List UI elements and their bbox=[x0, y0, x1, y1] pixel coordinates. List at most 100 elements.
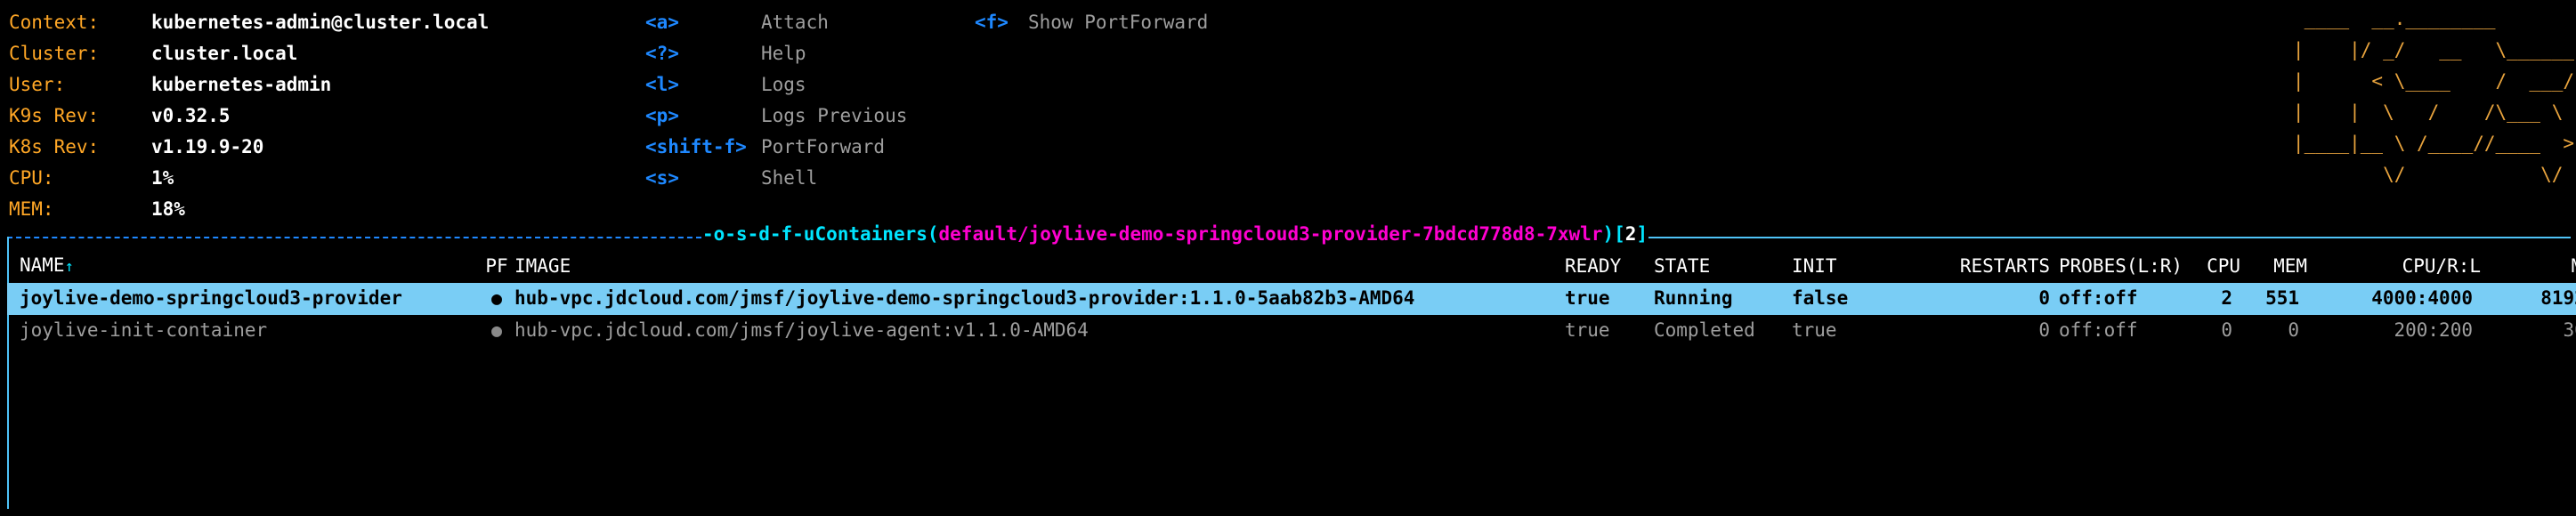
keybinding-show-portforward[interactable]: <f> Show PortForward bbox=[975, 7, 1208, 38]
keybindings-column-2: <f> Show PortForward bbox=[975, 7, 1208, 38]
info-row-context: Context: kubernetes-admin@cluster.local bbox=[9, 7, 489, 38]
info-value-mem: 18% bbox=[151, 198, 185, 220]
cell-name: joylive-init-container bbox=[20, 321, 268, 341]
keybinding-label: Shell bbox=[761, 166, 818, 189]
title-bracket-close: ] bbox=[1636, 223, 1648, 245]
keybinding-combo: <shift-f> bbox=[645, 135, 747, 157]
column-header-ready[interactable]: READY bbox=[1565, 257, 1654, 277]
cell-ready: true bbox=[1565, 319, 1610, 342]
info-value-k8s-rev: v1.19.9-20 bbox=[151, 135, 264, 157]
info-value-k9s-rev: v0.32.5 bbox=[151, 104, 231, 126]
cell-pf: ● bbox=[479, 289, 514, 309]
info-row-cpu: CPU: 1% bbox=[9, 163, 489, 194]
column-header-mem[interactable]: MEM bbox=[2240, 257, 2307, 277]
table-row[interactable]: joylive-demo-springcloud3-provider ● hub… bbox=[7, 283, 2576, 315]
column-header-restarts[interactable]: RESTARTS bbox=[1939, 257, 2050, 277]
view-title: -o-s-d-f-uContainers(default/joylive-dem… bbox=[701, 223, 1649, 245]
cell-cpu: 2 bbox=[2221, 287, 2232, 310]
title-path: default/joylive-demo-springcloud3-provid… bbox=[938, 223, 1603, 245]
info-row-user: User: kubernetes-admin bbox=[9, 69, 489, 101]
keybinding-shell[interactable]: <s> Shell bbox=[645, 163, 907, 194]
title-bracket-open: [ bbox=[1614, 223, 1625, 245]
cell-init: false bbox=[1792, 287, 1849, 310]
keybinding-combo: <?> bbox=[645, 42, 679, 64]
table-header-row: NAME↑ PF IMAGE READY STATE INIT RESTARTS… bbox=[7, 251, 2576, 283]
info-row-mem: MEM: 18% bbox=[9, 194, 489, 225]
keybinding-label: Logs bbox=[761, 73, 806, 95]
column-header-cpu[interactable]: CPU bbox=[2183, 257, 2240, 277]
portforward-dot-icon: ● bbox=[490, 287, 503, 310]
column-header-name-label: NAME bbox=[20, 256, 65, 277]
cell-probes: off:off bbox=[2059, 287, 2138, 310]
keybinding-label: Logs Previous bbox=[761, 104, 908, 126]
info-value-context: kubernetes-admin@cluster.local bbox=[151, 11, 490, 33]
logo-line-1: ____ __.________ bbox=[2292, 8, 2496, 29]
keybinding-label: PortForward bbox=[761, 135, 886, 157]
header-panel: Context: kubernetes-admin@cluster.local … bbox=[0, 0, 2576, 222]
keybinding-label: Help bbox=[761, 42, 806, 64]
cluster-info-block: Context: kubernetes-admin@cluster.local … bbox=[9, 7, 489, 225]
info-value-cpu: 1% bbox=[151, 166, 174, 189]
column-header-pf[interactable]: PF bbox=[479, 257, 514, 277]
keybinding-logs[interactable]: <l> Logs bbox=[645, 69, 907, 101]
sort-ascending-icon: ↑ bbox=[64, 258, 74, 277]
column-header-probes[interactable]: PROBES(L:R) bbox=[2050, 257, 2183, 277]
column-header-name[interactable]: NAME↑ bbox=[7, 256, 479, 278]
column-header-state[interactable]: STATE bbox=[1654, 257, 1792, 277]
cell-name: joylive-demo-springcloud3-provider bbox=[7, 289, 479, 309]
logo-line-3: | < \____ / ___/ bbox=[2292, 70, 2574, 92]
title-count: 2 bbox=[1624, 223, 1637, 245]
info-value-user: kubernetes-admin bbox=[151, 73, 332, 95]
containers-table: NAME↑ PF IMAGE READY STATE INIT RESTARTS… bbox=[7, 251, 2576, 347]
table-row[interactable]: joylive-init-container ● hub-vpc.jdcloud… bbox=[7, 315, 2576, 347]
info-label-k9s-rev: K9s Rev: bbox=[9, 104, 100, 126]
cell-mem: 551 bbox=[2265, 287, 2299, 310]
keybinding-portforward[interactable]: <shift-f> PortForward bbox=[645, 132, 907, 163]
cell-init: true bbox=[1792, 319, 1837, 342]
cell-mem-rl: 8192:8192 bbox=[2540, 287, 2576, 310]
info-label-context: Context: bbox=[9, 11, 100, 33]
cell-restarts: 0 bbox=[2038, 319, 2050, 342]
cell-pf: ● bbox=[479, 321, 514, 341]
cell-image: hub-vpc.jdcloud.com/jmsf/joylive-agent:v… bbox=[514, 321, 1089, 341]
logo-line-5: |____|__ \ /____//____ > bbox=[2292, 133, 2574, 154]
title-resource: Containers( bbox=[814, 223, 939, 245]
keybindings-column-1: <a> Attach <?> Help <l> Logs <p> Logs Pr… bbox=[645, 7, 907, 194]
info-label-cpu: CPU: bbox=[9, 166, 54, 189]
keybinding-label: Show PortForward bbox=[1028, 11, 1209, 33]
portforward-dot-icon: ● bbox=[490, 319, 503, 342]
keybinding-combo: <s> bbox=[645, 166, 679, 189]
info-label-user: User: bbox=[9, 73, 66, 95]
cell-cpu-rl: 200:200 bbox=[2394, 319, 2473, 342]
info-value-cluster: cluster.local bbox=[151, 42, 298, 64]
keybinding-help[interactable]: <?> Help bbox=[645, 38, 907, 69]
keybinding-combo: <p> bbox=[645, 104, 679, 126]
column-header-image[interactable]: IMAGE bbox=[514, 257, 1565, 277]
info-row-k9s-rev: K9s Rev: v0.32.5 bbox=[9, 101, 489, 132]
keybinding-label: Attach bbox=[761, 11, 829, 33]
cell-restarts: 0 bbox=[2038, 287, 2050, 310]
k9s-terminal-screen: Context: kubernetes-admin@cluster.local … bbox=[0, 0, 2576, 516]
logo-line-6: \/ \/ bbox=[2292, 164, 2564, 185]
keybinding-combo: <a> bbox=[645, 11, 679, 33]
column-header-cpu-rl[interactable]: CPU/R:L bbox=[2307, 257, 2482, 277]
logo-line-4: | | \ / /\___ \ bbox=[2292, 101, 2564, 123]
cell-image: hub-vpc.jdcloud.com/jmsf/joylive-demo-sp… bbox=[514, 289, 1415, 309]
column-header-mem-rl[interactable]: MEM/R:L bbox=[2481, 257, 2576, 277]
cell-cpu-rl: 4000:4000 bbox=[2371, 287, 2473, 310]
title-close-paren: ) bbox=[1602, 223, 1615, 245]
column-header-init[interactable]: INIT bbox=[1792, 257, 1939, 277]
keybinding-logs-previous[interactable]: <p> Logs Previous bbox=[645, 101, 907, 132]
info-label-k8s-rev: K8s Rev: bbox=[9, 135, 100, 157]
info-label-cluster: Cluster: bbox=[9, 42, 100, 64]
cell-state: Completed bbox=[1654, 319, 1755, 342]
keybinding-attach[interactable]: <a> Attach bbox=[645, 7, 907, 38]
cell-mem: 0 bbox=[2288, 319, 2299, 342]
cell-mem-rl: 300:300 bbox=[2563, 319, 2576, 342]
info-row-k8s-rev: K8s Rev: v1.19.9-20 bbox=[9, 132, 489, 163]
keybinding-combo: <f> bbox=[975, 11, 1009, 33]
cell-probes: off:off bbox=[2059, 319, 2138, 342]
logo-line-2: | |/ _/ __ \______ bbox=[2292, 39, 2574, 60]
cell-state: Running bbox=[1654, 287, 1733, 310]
info-label-mem: MEM: bbox=[9, 198, 54, 220]
